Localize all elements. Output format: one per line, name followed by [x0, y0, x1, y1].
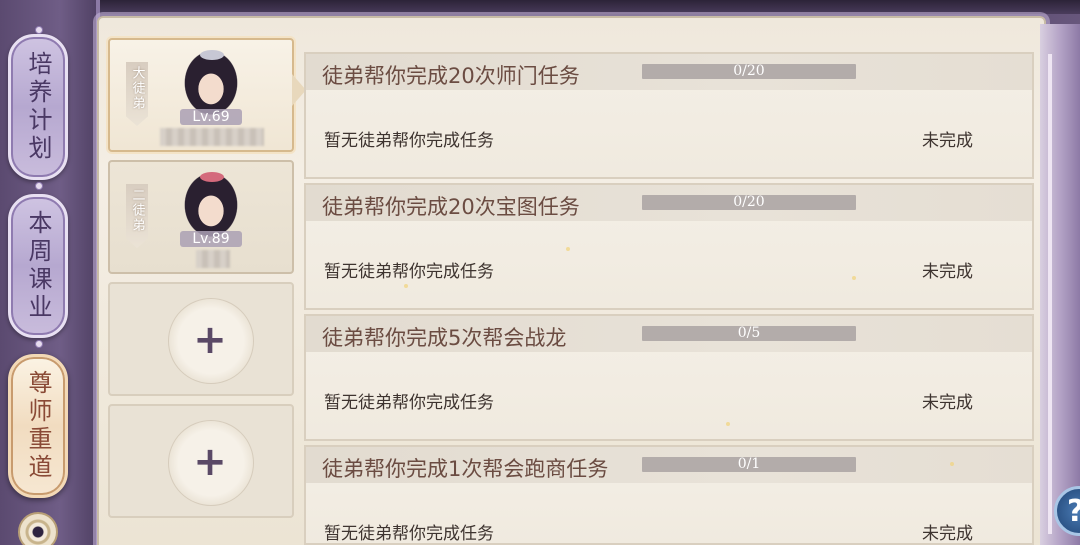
progress-text: 0/1	[737, 456, 761, 472]
tab-knob-icon	[35, 340, 43, 348]
task-progress-bar: 0/1	[642, 457, 856, 472]
task-title: 徒弟帮你完成5次帮会战龙	[322, 326, 567, 350]
task-description: 暂无徒弟帮你完成任务	[324, 131, 494, 151]
task-progress-bar: 0/20	[642, 64, 856, 79]
sparkle-decoration	[950, 462, 954, 466]
plus-icon: +	[193, 317, 227, 363]
task-title: 徒弟帮你完成1次帮会跑商任务	[322, 457, 609, 481]
task-status: 未完成	[922, 262, 973, 282]
empty-disciple-slot[interactable]: +	[108, 404, 294, 518]
ornament-knob-icon	[18, 512, 58, 545]
task-description: 暂无徒弟帮你完成任务	[324, 262, 494, 282]
level-label: Lv.69	[180, 109, 242, 125]
disciple-name-redacted	[160, 128, 264, 146]
task-status: 未完成	[922, 393, 973, 413]
tab-label: 尊师重道	[24, 370, 52, 482]
plus-icon: +	[193, 439, 227, 485]
task-progress-bar: 0/20	[642, 195, 856, 210]
sparkle-decoration	[566, 247, 570, 251]
sparkle-decoration	[852, 276, 856, 280]
progress-text: 0/5	[737, 325, 761, 341]
sparkle-decoration	[404, 284, 408, 288]
top-frame-strip	[0, 0, 1080, 14]
tab-training-plan[interactable]: 培养计划	[8, 34, 68, 180]
task-item: 徒弟帮你完成1次帮会跑商任务 0/1 暂无徒弟帮你完成任务 未完成	[304, 445, 1034, 545]
rank-label: 大徒弟	[129, 66, 145, 111]
level-label: Lv.89	[180, 231, 242, 247]
task-progress-bar: 0/5	[642, 326, 856, 341]
task-header: 徒弟帮你完成1次帮会跑商任务 0/1	[306, 447, 1032, 483]
hair-ornament-icon	[200, 172, 224, 182]
task-description: 暂无徒弟帮你完成任务	[324, 393, 494, 413]
progress-text: 0/20	[733, 63, 765, 79]
task-title: 徒弟帮你完成20次宝图任务	[322, 195, 580, 219]
task-header: 徒弟帮你完成20次宝图任务 0/20	[306, 185, 1032, 221]
empty-disciple-slot[interactable]: +	[108, 282, 294, 396]
task-item: 徒弟帮你完成5次帮会战龙 0/5 暂无徒弟帮你完成任务 未完成	[304, 314, 1034, 441]
disciple-name-redacted	[196, 250, 230, 268]
question-icon: ?	[1067, 494, 1080, 529]
task-title: 徒弟帮你完成20次师门任务	[322, 64, 580, 88]
tab-respect-teacher[interactable]: 尊师重道	[8, 354, 68, 498]
tab-label: 本周课业	[24, 210, 52, 322]
hair-ornament-icon	[200, 50, 224, 60]
tab-weekly-lessons[interactable]: 本周课业	[8, 194, 68, 338]
panel-scroll-edge	[1040, 24, 1080, 545]
task-item: 徒弟帮你完成20次师门任务 0/20 暂无徒弟帮你完成任务 未完成	[304, 52, 1034, 179]
disciple-card-first[interactable]: 大徒弟 Lv.69	[108, 38, 294, 152]
task-status: 未完成	[922, 524, 973, 544]
task-header: 徒弟帮你完成20次师门任务 0/20	[306, 54, 1032, 90]
tab-knob-icon	[35, 26, 43, 34]
task-header: 徒弟帮你完成5次帮会战龙 0/5	[306, 316, 1032, 352]
tab-knob-icon	[35, 182, 43, 190]
progress-text: 0/20	[733, 194, 765, 210]
rank-label: 二徒弟	[129, 188, 145, 233]
disciple-card-second[interactable]: 二徒弟 Lv.89	[108, 160, 294, 274]
tab-label: 培养计划	[24, 51, 52, 163]
task-description: 暂无徒弟帮你完成任务	[324, 524, 494, 544]
task-item: 徒弟帮你完成20次宝图任务 0/20 暂无徒弟帮你完成任务 未完成	[304, 183, 1034, 310]
task-status: 未完成	[922, 131, 973, 151]
sparkle-decoration	[726, 422, 730, 426]
